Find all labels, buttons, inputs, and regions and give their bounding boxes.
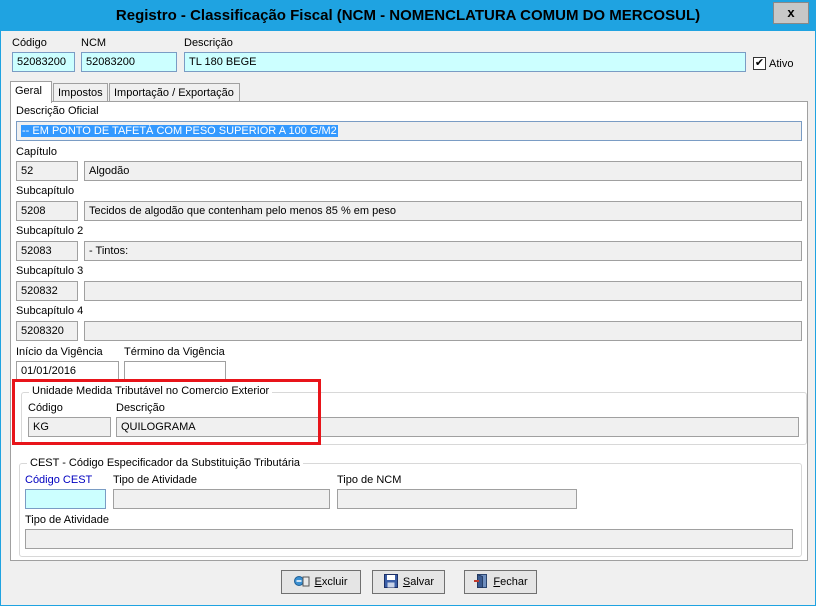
codigo-cest-label: Código CEST: [25, 474, 93, 486]
exit-door-icon: [473, 573, 489, 588]
termino-vigencia-label: Término da Vigência: [124, 346, 225, 358]
subcapitulo2-code-field[interactable]: 52083: [16, 241, 78, 261]
tipo-atividade-label: Tipo de Atividade: [113, 474, 197, 486]
capitulo-code-field[interactable]: 52: [16, 161, 78, 181]
tipo-ncm-label: Tipo de NCM: [337, 474, 402, 486]
descricao-oficial-field[interactable]: -- EM PONTO DE TAFETÁ COM PESO SUPERIOR …: [16, 121, 802, 141]
subcapitulo-label: Subcapítulo: [16, 185, 75, 197]
subcapitulo4-desc-field[interactable]: [84, 321, 802, 341]
tab-impostos[interactable]: Impostos: [53, 83, 108, 103]
tab-importacao-exportacao[interactable]: Importação / Exportação: [109, 83, 240, 103]
fechar-label: echar: [500, 576, 528, 588]
inicio-vigencia-label: Início da Vigência: [16, 346, 103, 358]
ativo-label: Ativo: [769, 58, 794, 70]
ncm-field[interactable]: 52083200: [81, 52, 177, 72]
descricao-label: Descrição: [184, 37, 233, 49]
ativo-checkbox[interactable]: ✔: [753, 57, 766, 70]
subcapitulo2-desc-field[interactable]: - Tintos:: [84, 241, 802, 261]
subcapitulo4-code-field[interactable]: 5208320: [16, 321, 78, 341]
codigo-label: Código: [12, 37, 47, 49]
subcapitulo4-label: Subcapítulo 4: [16, 305, 84, 317]
excluir-button[interactable]: Excluir: [281, 570, 361, 594]
highlight-box: [12, 379, 321, 445]
descricao-oficial-text: -- EM PONTO DE TAFETÁ COM PESO SUPERIOR …: [21, 125, 338, 137]
salvar-label: alvar: [410, 576, 435, 588]
descricao-field[interactable]: TL 180 BEGE: [184, 52, 746, 72]
codigo-field[interactable]: 52083200: [12, 52, 75, 72]
codigo-cest-field[interactable]: [25, 489, 106, 509]
capitulo-desc-field[interactable]: Algodão: [84, 161, 802, 181]
salvar-button[interactable]: Salvar: [372, 570, 445, 594]
termino-vigencia-field[interactable]: [124, 361, 226, 381]
tipo-atividade-field[interactable]: [113, 489, 330, 509]
close-button[interactable]: x: [773, 2, 809, 24]
subcapitulo2-label: Subcapítulo 2: [16, 225, 84, 237]
tipo-ncm-field[interactable]: [337, 489, 577, 509]
tipo-atividade2-label: Tipo de Atividade: [25, 514, 109, 526]
cest-group-title: CEST - Código Especificador da Substitui…: [27, 457, 304, 469]
capitulo-label: Capítulo: [16, 146, 57, 158]
save-disk-icon: [383, 574, 399, 588]
window-title: Registro - Classificação Fiscal (NCM - N…: [115, 7, 701, 24]
descricao-oficial-label: Descrição Oficial: [16, 105, 99, 117]
delete-icon: [294, 574, 310, 588]
excluir-label: xcluir: [321, 576, 348, 588]
subcapitulo-desc-field[interactable]: Tecidos de algodão que contenham pelo me…: [84, 201, 802, 221]
subcapitulo-code-field[interactable]: 5208: [16, 201, 78, 221]
subcapitulo3-code-field[interactable]: 520832: [16, 281, 78, 301]
excluir-mnemonic: E: [314, 576, 322, 588]
subcapitulo3-desc-field[interactable]: [84, 281, 802, 301]
inicio-vigencia-field[interactable]: 01/01/2016: [16, 361, 119, 381]
tab-geral[interactable]: Geral: [10, 81, 52, 103]
dialog-window: Registro - Classificação Fiscal (NCM - N…: [0, 0, 816, 606]
fechar-button[interactable]: Fechar: [464, 570, 537, 594]
subcapitulo3-label: Subcapítulo 3: [16, 265, 84, 277]
ncm-label: NCM: [81, 37, 107, 49]
tipo-atividade2-field[interactable]: [25, 529, 793, 549]
